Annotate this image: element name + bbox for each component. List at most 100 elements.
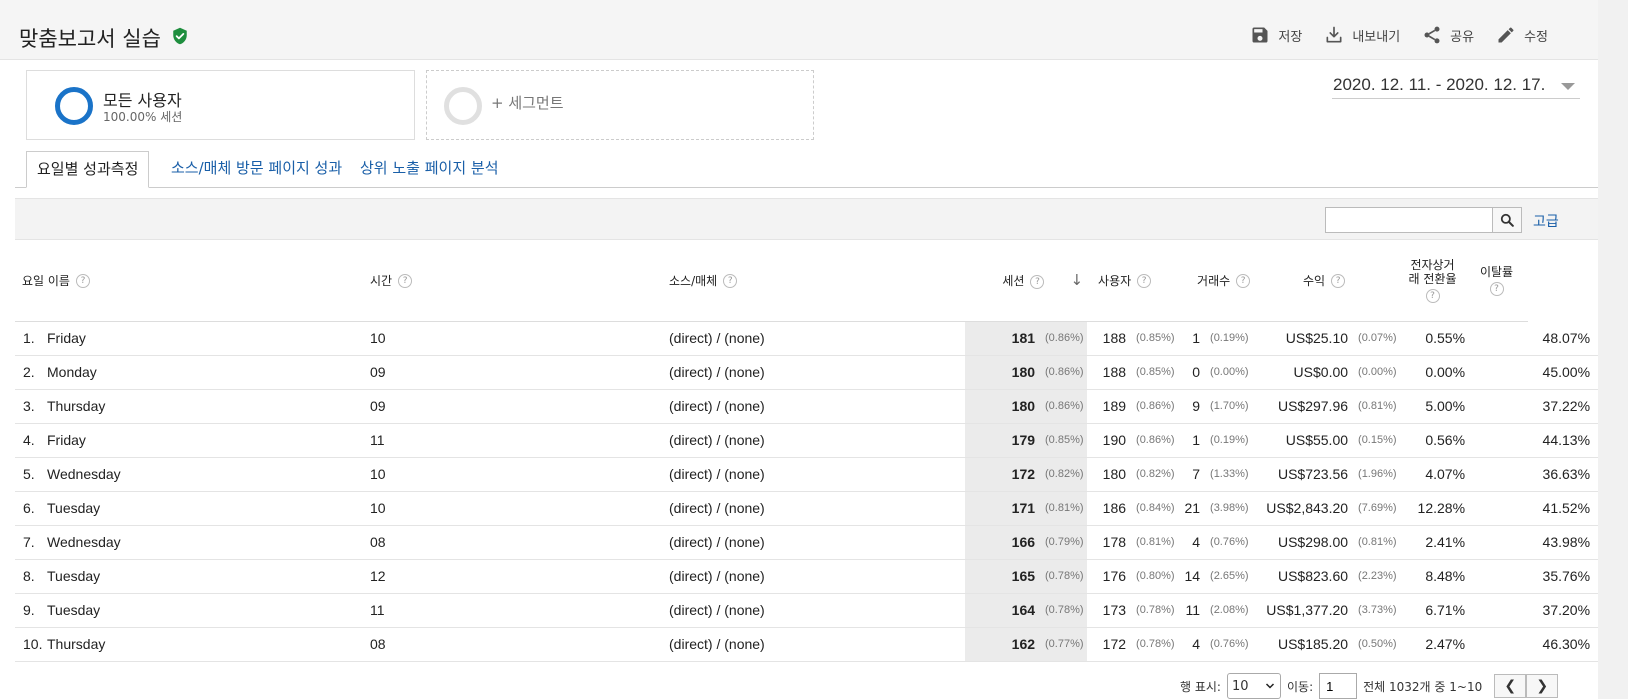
cell-trans: 1 bbox=[1179, 321, 1201, 356]
share-button[interactable]: 공유 bbox=[1422, 25, 1474, 45]
search-icon bbox=[1500, 213, 1514, 227]
cell-day: Friday bbox=[47, 321, 371, 356]
cell-trans: 4 bbox=[1179, 627, 1201, 662]
help-icon[interactable]: ? bbox=[1236, 274, 1251, 289]
tab-day-performance[interactable]: 요일별 성과측정 bbox=[26, 151, 150, 188]
help-icon[interactable]: ? bbox=[1030, 274, 1045, 289]
cell-bounce: 46.30% bbox=[1465, 627, 1599, 662]
cell-rank: 3. bbox=[15, 389, 47, 424]
col-bounce-rate[interactable]: 이탈률? bbox=[1465, 240, 1529, 322]
cell-sessions: 166 bbox=[965, 525, 1036, 560]
segment-share: 100.00% 세션 bbox=[103, 110, 183, 124]
segment-all-users[interactable]: 모든 사용자 100.00% 세션 bbox=[26, 70, 415, 140]
col-revenue[interactable]: 수익? bbox=[1258, 240, 1401, 322]
help-icon[interactable]: ? bbox=[398, 274, 413, 289]
cell-revenue: US$185.20 bbox=[1258, 627, 1349, 662]
cell-rank: 5. bbox=[15, 457, 47, 492]
cell-sessions-pct: (0.77%) bbox=[1035, 627, 1088, 662]
cell-revenue: US$823.60 bbox=[1258, 559, 1349, 594]
cell-conv: 2.41% bbox=[1400, 525, 1466, 560]
table-row[interactable]: 10. Thursday 08 (direct) / (none) 162 (0.77%)… bbox=[15, 627, 1599, 662]
cell-revenue-pct: (2.23%) bbox=[1348, 559, 1401, 594]
cell-conv: 0.00% bbox=[1400, 355, 1466, 390]
cell-trans-pct: (0.00%) bbox=[1200, 355, 1259, 390]
help-icon[interactable]: ? bbox=[1425, 288, 1440, 303]
cell-sessions-pct: (0.86%) bbox=[1035, 321, 1088, 356]
cell-bounce: 35.76% bbox=[1465, 559, 1599, 594]
add-segment-label: + 세그먼트 bbox=[491, 94, 564, 112]
table-row[interactable]: 8. Tuesday 12 (direct) / (none) 165 (0.78%) 17… bbox=[15, 559, 1599, 594]
add-segment-button[interactable]: + 세그먼트 bbox=[426, 70, 814, 140]
date-range-picker[interactable]: 2020. 12. 11. - 2020. 12. 17. bbox=[1332, 73, 1580, 99]
goto-page-input[interactable] bbox=[1319, 673, 1358, 699]
cell-day: Thursday bbox=[47, 389, 371, 424]
cell-sessions: 179 bbox=[965, 423, 1036, 458]
table-row[interactable]: 3. Thursday 09 (direct) / (none) 180 (0.86%) 1… bbox=[15, 389, 1599, 424]
rows-per-page-select[interactable]: 10 bbox=[1226, 673, 1281, 699]
cell-sessions: 180 bbox=[965, 389, 1036, 424]
help-icon[interactable]: ? bbox=[1331, 274, 1346, 289]
col-source-medium[interactable]: 소스/매체? bbox=[669, 240, 966, 322]
cell-revenue-pct: (0.81%) bbox=[1348, 389, 1401, 424]
col-day[interactable]: 요일 이름? bbox=[15, 240, 371, 322]
col-ecommerce-conversion[interactable]: 전자상거래 전환율? bbox=[1400, 240, 1466, 322]
table-search-input[interactable] bbox=[1325, 207, 1493, 233]
cell-day: Tuesday bbox=[47, 559, 371, 594]
col-sessions[interactable]: 세션? ↓ bbox=[965, 240, 1088, 322]
tab-source-landing[interactable]: 소스/매체 방문 페이지 성과 bbox=[161, 151, 352, 188]
col-transactions[interactable]: 거래수? bbox=[1179, 240, 1259, 322]
cell-rank: 4. bbox=[15, 423, 47, 458]
download-icon bbox=[1326, 26, 1342, 43]
report-table: 요일 이름? 시간? 소스/매체? 세션? ↓ 사용자? 거래수? 수익? 전자상… bbox=[15, 240, 1599, 662]
verified-shield-icon bbox=[173, 27, 187, 45]
table-row[interactable]: 9. Tuesday 11 (direct) / (none) 164 (0.78%) 17… bbox=[15, 593, 1599, 628]
help-icon[interactable]: ? bbox=[723, 274, 738, 289]
next-page-button[interactable]: ❯ bbox=[1526, 674, 1559, 698]
cell-rank: 10. bbox=[15, 627, 47, 662]
cell-revenue-pct: (0.07%) bbox=[1348, 321, 1401, 356]
help-icon[interactable]: ? bbox=[1489, 281, 1504, 296]
cell-sessions-pct: (0.78%) bbox=[1035, 559, 1088, 594]
cell-hour: 10 bbox=[370, 321, 670, 356]
col-hour[interactable]: 시간? bbox=[370, 240, 670, 322]
advanced-filter-link[interactable]: 고급 bbox=[1533, 211, 1559, 231]
help-icon[interactable]: ? bbox=[75, 274, 90, 289]
edit-button[interactable]: 수정 bbox=[1496, 25, 1548, 45]
table-row[interactable]: 2. Monday 09 (direct) / (none) 180 (0.86%) 188… bbox=[15, 355, 1599, 390]
cell-revenue: US$297.96 bbox=[1258, 389, 1349, 424]
cell-sessions: 164 bbox=[965, 593, 1036, 628]
save-button[interactable]: 저장 bbox=[1250, 25, 1302, 45]
cell-users: 188 bbox=[1087, 355, 1127, 390]
sort-desc-icon[interactable]: ↓ bbox=[1070, 271, 1083, 289]
table-row[interactable]: 5. Wednesday 10 (direct) / (none) 172 (0.82%)… bbox=[15, 457, 1599, 492]
export-button[interactable]: 내보내기 bbox=[1324, 25, 1400, 45]
cell-conv: 2.47% bbox=[1400, 627, 1466, 662]
cell-bounce: 44.13% bbox=[1465, 423, 1599, 458]
table-row[interactable]: 1. Friday 10 (direct) / (none) 181 (0.86%) 188… bbox=[15, 321, 1599, 356]
help-icon[interactable]: ? bbox=[1137, 274, 1152, 289]
cell-sessions-pct: (0.86%) bbox=[1035, 389, 1088, 424]
cell-trans-pct: (1.70%) bbox=[1200, 389, 1259, 424]
table-row[interactable]: 4. Friday 11 (direct) / (none) 179 (0.85%) 190… bbox=[15, 423, 1599, 458]
cell-trans-pct: (0.76%) bbox=[1200, 627, 1259, 662]
chevron-right-icon: ❯ bbox=[1536, 678, 1549, 694]
table-row[interactable]: 6. Tuesday 10 (direct) / (none) 171 (0.81%) 18… bbox=[15, 491, 1599, 526]
tab-top-pages[interactable]: 상위 노출 페이지 분석 bbox=[350, 151, 509, 188]
cell-rank: 9. bbox=[15, 593, 47, 628]
cell-bounce: 45.00% bbox=[1465, 355, 1599, 390]
cell-trans-pct: (2.65%) bbox=[1200, 559, 1259, 594]
cell-rank: 8. bbox=[15, 559, 47, 594]
col-users[interactable]: 사용자? bbox=[1087, 240, 1180, 322]
cell-source: (direct) / (none) bbox=[669, 627, 966, 662]
search-button[interactable] bbox=[1492, 207, 1522, 233]
cell-day: Wednesday bbox=[47, 457, 371, 492]
report-header: 맞춤보고서 실습 저장 내보내기 공유 수정 bbox=[0, 0, 1598, 60]
cell-trans: 14 bbox=[1179, 559, 1201, 594]
prev-page-button[interactable]: ❮ bbox=[1494, 674, 1527, 698]
cell-sessions: 165 bbox=[965, 559, 1036, 594]
cell-source: (direct) / (none) bbox=[669, 457, 966, 492]
table-row[interactable]: 7. Wednesday 08 (direct) / (none) 166 (0.79%)… bbox=[15, 525, 1599, 560]
cell-bounce: 37.20% bbox=[1465, 593, 1599, 628]
range-text: 전체 1032개 중 1~10 bbox=[1363, 679, 1483, 694]
date-range-text: 2020. 12. 11. - 2020. 12. 17. bbox=[1333, 75, 1546, 94]
